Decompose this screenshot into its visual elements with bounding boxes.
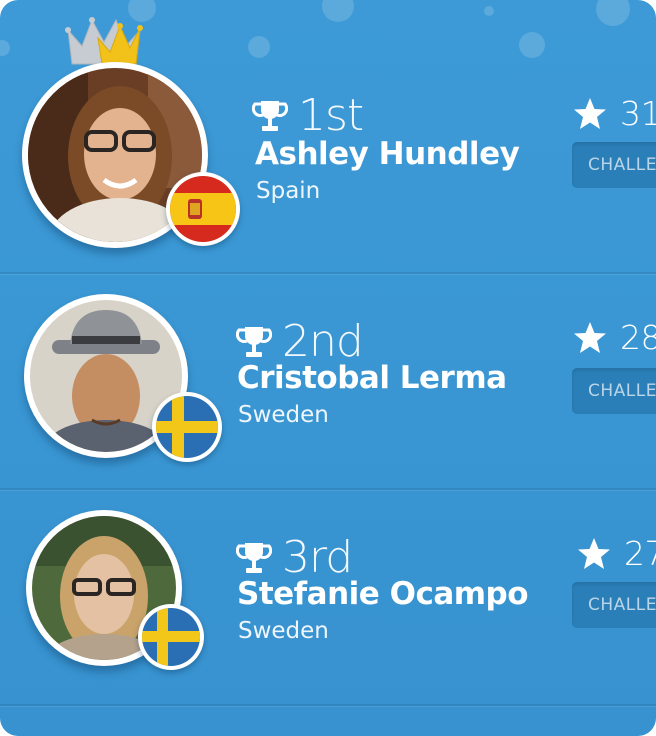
score-value: 28	[620, 318, 656, 357]
star-icon	[574, 321, 606, 353]
rank-label: 1st	[298, 90, 364, 141]
star-icon	[574, 97, 606, 129]
sweden-flag-icon	[138, 604, 204, 670]
leaderboard-row-3[interactable]: 3rd Stefanie Ocampo Sweden 27 CHALLE	[0, 490, 656, 704]
trophy-icon	[252, 100, 288, 131]
row-divider	[0, 704, 656, 706]
player-country: Sweden	[238, 402, 329, 428]
score-line: 31	[572, 94, 656, 133]
challenge-button[interactable]: CHALLE	[572, 368, 656, 414]
score-line: 28	[572, 318, 656, 357]
score-line: 27	[576, 534, 656, 573]
star-icon	[578, 537, 610, 569]
player-name: Cristobal Lerma	[237, 360, 507, 396]
spain-flag-icon	[166, 172, 240, 246]
score-value: 31	[620, 94, 656, 133]
player-country: Sweden	[238, 618, 329, 644]
rank-line: 1st	[252, 90, 364, 141]
player-country: Spain	[256, 178, 321, 204]
sweden-flag-icon	[152, 392, 222, 462]
trophy-icon	[236, 542, 272, 573]
leaderboard-row-2[interactable]: 2nd Cristobal Lerma Sweden 28 CHALLE	[0, 274, 656, 488]
challenge-button[interactable]: CHALLE	[572, 582, 656, 628]
challenge-button[interactable]: CHALLE	[572, 142, 656, 188]
player-name: Ashley Hundley	[255, 136, 520, 172]
leaderboard-screen: 1st Ashley Hundley Spain 31 CHALLE 2nd C…	[0, 0, 656, 736]
crown-icon	[65, 17, 143, 65]
trophy-icon	[236, 326, 272, 357]
leaderboard-row-1[interactable]: 1st Ashley Hundley Spain 31 CHALLE	[0, 0, 656, 270]
player-name: Stefanie Ocampo	[237, 576, 529, 612]
score-value: 27	[624, 534, 656, 573]
